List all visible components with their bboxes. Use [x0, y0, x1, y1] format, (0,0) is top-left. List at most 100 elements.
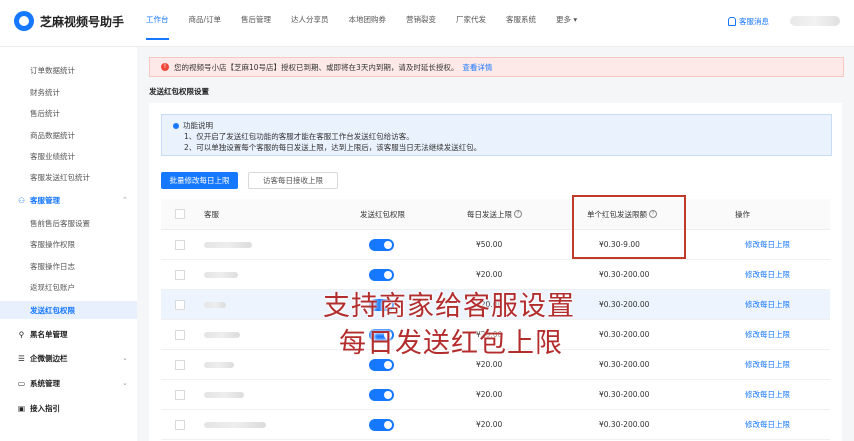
table-row: ¥20.00 ¥0.30-200.00 修改每日上限: [161, 380, 830, 410]
edit-daily-limit-link[interactable]: 修改每日上限: [745, 290, 790, 319]
permission-toggle[interactable]: [369, 380, 394, 409]
sidebar-group-service[interactable]: ⚇ 客服管理: [17, 195, 60, 206]
sidebar-group-system-label: 系统管理: [30, 379, 60, 388]
edit-daily-limit-link[interactable]: 修改每日上限: [745, 230, 790, 259]
sidebar-item-order-stats[interactable]: 订单数据统计: [30, 65, 75, 76]
visitor-limit-button[interactable]: 访客每日接收上限: [248, 172, 338, 189]
col-header-permission: 发送红包权限: [360, 209, 405, 219]
staff-name: [204, 380, 244, 409]
col-header-action: 操作: [735, 209, 750, 219]
single-limit-value: ¥0.30-200.00: [599, 420, 650, 429]
sidebar-item-product-stats[interactable]: 商品数据统计: [30, 130, 75, 141]
sidebar-group-blacklist-label: 黑名单管理: [30, 330, 68, 339]
row-checkbox[interactable]: [175, 380, 185, 409]
page-title: 发送红包权限设置: [149, 87, 209, 96]
sidebar-group-blacklist[interactable]: ⚲ 黑名单管理: [17, 329, 68, 340]
guide-icon: ▣: [17, 404, 26, 413]
row-checkbox[interactable]: [175, 290, 185, 319]
col-header-daily-limit-label: 每日发送上限: [467, 209, 512, 219]
alert-details-link[interactable]: 查看详情: [462, 62, 492, 73]
sidebar-group-system[interactable]: ▭ 系统管理: [17, 378, 60, 389]
edit-daily-limit-link[interactable]: 修改每日上限: [745, 410, 790, 439]
menu-icon: ☰: [18, 354, 25, 363]
sidebar-item-service-performance[interactable]: 客服业绩统计: [30, 151, 75, 162]
sidebar-item-service-settings[interactable]: 售前售后客服设置: [30, 218, 90, 229]
nav-workbench[interactable]: 工作台: [146, 0, 169, 46]
settings-card: 功能说明 1、仅开启了发送红包功能的客服才能在客服工作台发送红包给访客。 2、可…: [149, 103, 842, 441]
sidebar-group-guide-label: 接入指引: [30, 404, 60, 413]
chevron-down-icon: ▾: [571, 15, 578, 24]
select-all-checkbox[interactable]: [175, 199, 185, 229]
help-icon[interactable]: ?: [514, 210, 522, 218]
main-nav: 工作台 商品/订单 售后管理 达人分享员 本地团购券 营销裂变 厂家代发 客服系…: [146, 0, 597, 46]
alert-icon: !: [161, 63, 169, 71]
nav-products-orders[interactable]: 商品/订单: [189, 0, 222, 46]
nav-dropship[interactable]: 厂家代发: [456, 0, 486, 46]
expiry-alert: ! 您的视频号小店【芝麻10号店】授权已到期、或即将在3天内到期，请及时延长授权…: [149, 57, 844, 77]
daily-limit-value: ¥20.00: [476, 420, 503, 429]
table-row: ¥50.00 ¥0.30-9.00 修改每日上限: [161, 230, 830, 260]
permission-toggle[interactable]: [369, 230, 394, 259]
nav-more[interactable]: 更多 ▾: [556, 0, 577, 46]
nav-influencers[interactable]: 达人分享员: [291, 0, 329, 46]
chevron-down-icon[interactable]: ⌄: [122, 354, 128, 362]
info-line-1: 1、仅开启了发送红包功能的客服才能在客服工作台发送红包给访客。: [184, 132, 414, 141]
single-limit-value: ¥0.30-200.00: [599, 300, 650, 309]
sidebar-item-service-logs[interactable]: 客服操作日志: [30, 261, 75, 272]
edit-daily-limit-link[interactable]: 修改每日上限: [745, 380, 790, 409]
sidebar-group-wecom-sidebar[interactable]: ☰ 企微侧边栏: [17, 353, 67, 364]
table-row: ¥20.00 ¥0.30-200.00 修改每日上限: [161, 410, 830, 440]
info-title-label: 功能说明: [183, 121, 213, 130]
sidebar: 订单数据统计 财务统计 售后统计 商品数据统计 客服业绩统计 客服发送红包统计 …: [0, 47, 137, 441]
daily-limit-value: ¥50.00: [476, 240, 503, 249]
edit-daily-limit-link[interactable]: 修改每日上限: [745, 350, 790, 379]
monitor-icon: ▭: [17, 379, 26, 388]
chevron-down-icon[interactable]: ⌄: [122, 379, 128, 387]
sidebar-group-service-label: 客服管理: [30, 196, 60, 205]
edit-daily-limit-link[interactable]: 修改每日上限: [745, 260, 790, 289]
permission-toggle[interactable]: [369, 410, 394, 439]
row-checkbox[interactable]: [175, 350, 185, 379]
sidebar-item-finance-stats[interactable]: 财务统计: [30, 87, 60, 98]
bell-icon: [728, 17, 736, 26]
daily-limit-value: ¥20.00: [476, 390, 503, 399]
single-limit-value: ¥0.30-200.00: [599, 330, 650, 339]
sidebar-group-guide[interactable]: ▣ 接入指引: [17, 403, 60, 414]
user-account[interactable]: [790, 16, 840, 26]
app-title: 芝麻视频号助手: [40, 14, 125, 29]
batch-edit-limit-button[interactable]: 批量修改每日上限: [161, 172, 238, 189]
sidebar-item-cashback-account[interactable]: 返现红包账户: [30, 282, 75, 293]
edit-daily-limit-link[interactable]: 修改每日上限: [745, 320, 790, 349]
nav-marketing[interactable]: 营销裂变: [406, 0, 436, 46]
col-header-name: 客服: [204, 209, 219, 219]
table-header: 客服 发送红包权限 每日发送上限 ? 单个红包发送限额 ? 操作: [161, 199, 830, 230]
alert-text: 您的视频号小店【芝麻10号店】授权已到期、或即将在3天内到期，请及时延长授权。: [174, 62, 459, 72]
logo-icon: [14, 11, 34, 31]
app-logo[interactable]: 芝麻视频号助手: [14, 11, 124, 31]
promo-caption-line-1: 支持商家给客服设置: [323, 291, 575, 322]
top-bar: 芝麻视频号助手 工作台 商品/订单 售后管理 达人分享员 本地团购券 营销裂变 …: [0, 0, 854, 47]
single-limit-value: ¥0.30-200.00: [599, 360, 650, 369]
staff-name: [204, 410, 266, 439]
sidebar-item-redpacket-stats[interactable]: 客服发送红包统计: [30, 172, 90, 183]
sidebar-item-service-permissions[interactable]: 客服操作权限: [30, 239, 75, 250]
sidebar-item-aftersale-stats[interactable]: 售后统计: [30, 108, 60, 119]
sidebar-item-redpacket-permission-label: 发送红包权限: [30, 306, 75, 315]
row-checkbox[interactable]: [175, 320, 185, 349]
nav-after-sales[interactable]: 售后管理: [241, 0, 271, 46]
nav-customer-service[interactable]: 客服系统: [506, 0, 536, 46]
row-checkbox[interactable]: [175, 410, 185, 439]
nav-local-coupons[interactable]: 本地团购券: [349, 0, 387, 46]
row-checkbox[interactable]: [175, 260, 185, 289]
support-messages[interactable]: 客服消息: [728, 16, 769, 27]
highlight-box: [572, 195, 686, 259]
staff-name: [204, 350, 234, 379]
main-content: ! 您的视频号小店【芝麻10号店】授权已到期、或即将在3天内到期，请及时延长授权…: [137, 47, 854, 441]
col-header-daily-limit: 每日发送上限 ?: [467, 199, 522, 229]
sidebar-item-redpacket-permission[interactable]: 发送红包权限: [0, 301, 137, 319]
chevron-up-icon[interactable]: ⌃: [122, 196, 128, 204]
row-checkbox[interactable]: [175, 230, 185, 259]
staff-name: [204, 260, 238, 289]
info-line-2: 2、可以单独设置每个客服的每日发送上限，达到上限后，该客服当日无法继续发送红包。: [184, 143, 482, 152]
nav-more-label: 更多: [556, 15, 572, 24]
